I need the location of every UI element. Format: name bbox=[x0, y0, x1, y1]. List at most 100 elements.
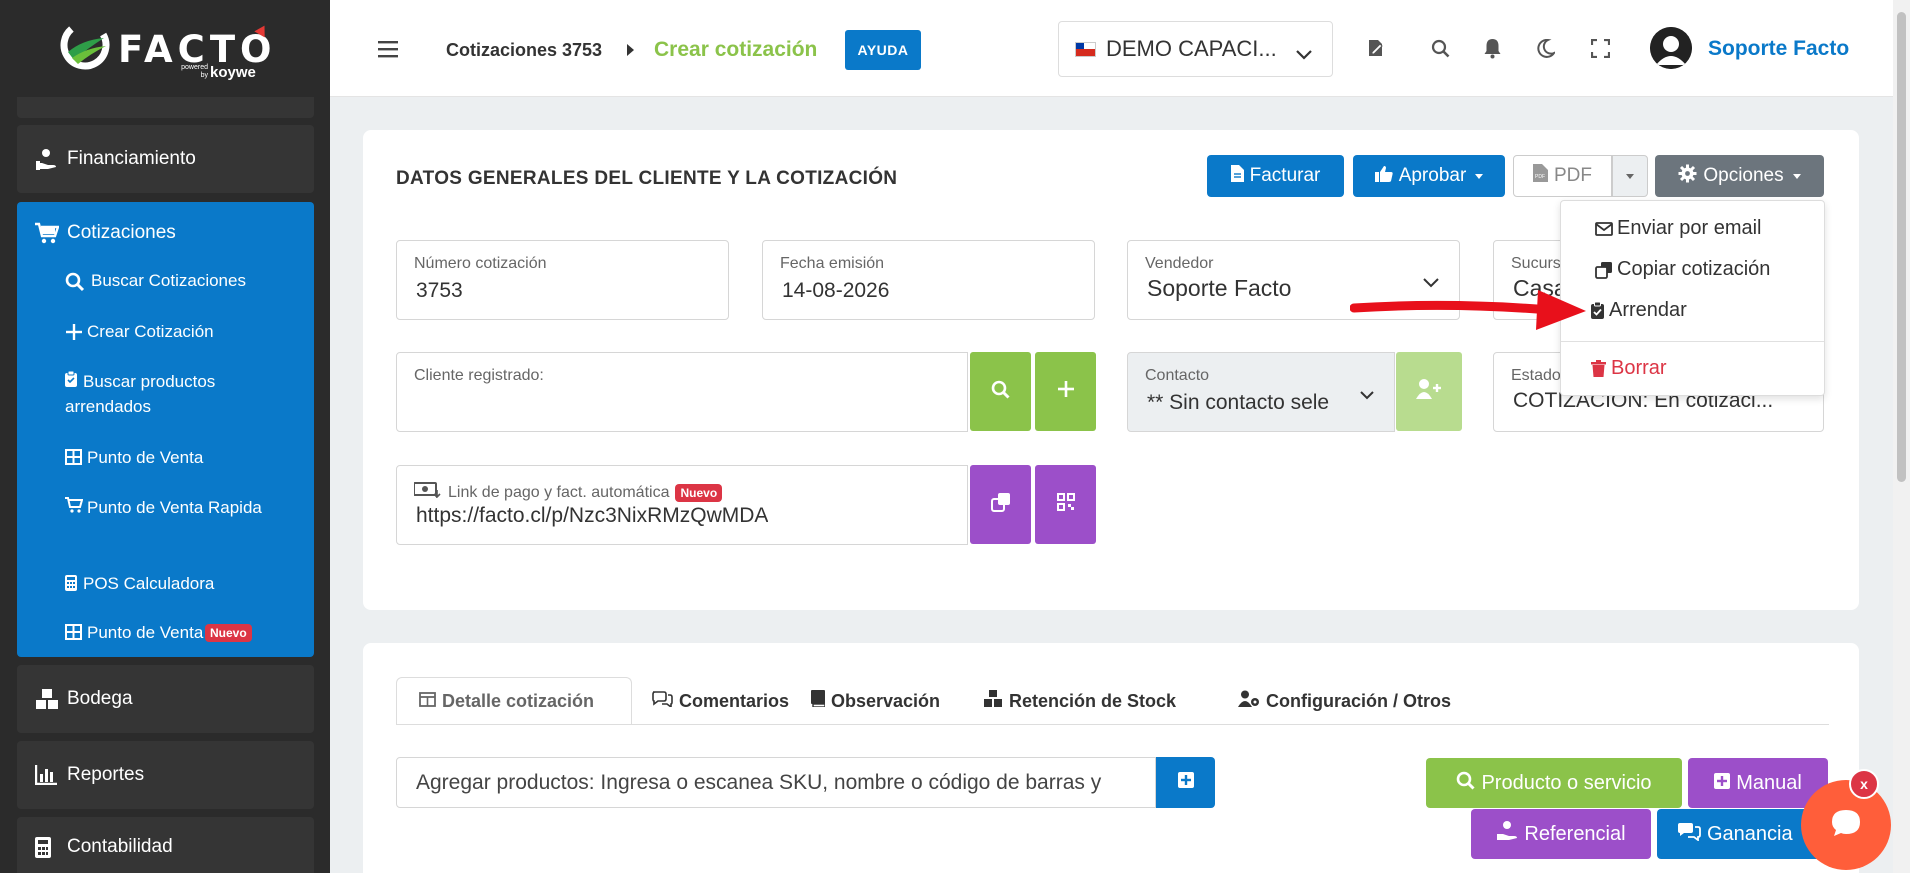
referencial-button[interactable]: Referencial bbox=[1471, 809, 1651, 859]
facto-logo[interactable]: FACTO powered by koywe bbox=[60, 16, 290, 86]
fecha-emision-field[interactable]: Fecha emisión 14-08-2026 bbox=[762, 240, 1095, 320]
numero-cotizacion-field[interactable]: Número cotización 3753 bbox=[396, 240, 729, 320]
file-icon bbox=[1230, 164, 1244, 188]
facturar-button[interactable]: Facturar bbox=[1207, 155, 1344, 197]
page-scrollbar[interactable] bbox=[1893, 0, 1910, 873]
sidebar-item-label: Contabilidad bbox=[67, 836, 173, 857]
button-label: Facturar bbox=[1249, 165, 1321, 186]
contacto-select[interactable]: Contacto ** Sin contacto sele bbox=[1127, 352, 1395, 432]
tab-comentarios[interactable]: Comentarios bbox=[651, 677, 789, 725]
sidebar-item-reportes[interactable]: Reportes bbox=[17, 741, 314, 809]
powered-by-text: powered by bbox=[181, 64, 208, 79]
aprobar-button[interactable]: Aprobar bbox=[1353, 155, 1505, 197]
user-gear-icon bbox=[1238, 690, 1260, 712]
menu-item-label: Arrendar bbox=[1609, 299, 1687, 321]
gear-icon bbox=[1678, 164, 1697, 189]
sidebar-subitem-punto-de-venta[interactable]: Punto de Venta bbox=[65, 445, 203, 470]
copy-icon bbox=[1595, 261, 1617, 279]
caret-down-icon bbox=[1626, 173, 1634, 179]
sidebar-subitem-punto-de-venta-nuevo[interactable]: Punto de Venta Nuevo bbox=[65, 620, 252, 645]
bell-icon[interactable] bbox=[1480, 36, 1504, 60]
sidebar-subitem-buscar-productos-arrendados[interactable]: Buscar productos arrendados bbox=[65, 369, 285, 419]
menu-item-label: Copiar cotización bbox=[1617, 258, 1771, 280]
user-name[interactable]: Soporte Facto bbox=[1708, 37, 1849, 61]
sidebar-subitem-label: Crear Cotización bbox=[87, 322, 214, 341]
menu-item-copiar-cotizacion[interactable]: Copiar cotización bbox=[1595, 258, 1770, 281]
plus-icon bbox=[1057, 380, 1075, 403]
search-icon bbox=[1456, 771, 1476, 796]
sidebar-item-contabilidad[interactable]: Contabilidad bbox=[17, 817, 314, 873]
button-label: PDF bbox=[1554, 165, 1592, 186]
link-pago-field[interactable]: Link de pago y fact. automática Nuevo ht… bbox=[396, 465, 968, 545]
cliente-registrado-field[interactable]: Cliente registrado: bbox=[396, 352, 968, 432]
add-product-button[interactable] bbox=[1156, 757, 1215, 808]
search-icon bbox=[991, 380, 1010, 404]
tab-label: Observación bbox=[831, 690, 941, 711]
fullscreen-icon[interactable] bbox=[1588, 36, 1612, 60]
trash-icon bbox=[1591, 360, 1611, 377]
boxes-icon bbox=[35, 688, 67, 710]
edit-document-icon[interactable] bbox=[1364, 36, 1388, 60]
cart-plus-icon bbox=[65, 495, 87, 520]
field-value: https://facto.cl/p/Nzc3NixRMzQwMDA bbox=[416, 504, 769, 527]
menu-item-arrendar[interactable]: Arrendar bbox=[1591, 299, 1687, 322]
tab-retencion-stock[interactable]: Retención de Stock bbox=[984, 677, 1176, 725]
breadcrumb-parent[interactable]: Cotizaciones 3753 bbox=[446, 40, 602, 61]
chat-widget-button[interactable] bbox=[1801, 780, 1891, 870]
pdf-button[interactable]: PDF PDF bbox=[1513, 155, 1612, 197]
sidebar-subitem-pos-calculadora[interactable]: POS Calculadora bbox=[65, 571, 214, 596]
opciones-button[interactable]: Opciones bbox=[1655, 155, 1824, 197]
sidebar-item-financiamiento[interactable]: Financiamiento bbox=[17, 125, 314, 193]
chile-flag-icon bbox=[1075, 41, 1096, 57]
menu-divider bbox=[1561, 341, 1824, 342]
qr-code-icon bbox=[1056, 493, 1075, 516]
sidebar-subitem-crear-cotizacion[interactable]: Crear Cotización bbox=[65, 319, 214, 344]
tab-label: Detalle cotización bbox=[442, 690, 595, 711]
calculator-icon bbox=[65, 571, 83, 596]
field-label: Estado bbox=[1511, 367, 1561, 384]
sidebar-item-bodega[interactable]: Bodega bbox=[17, 665, 314, 733]
sidebar-group-cotizaciones: Cotizaciones Buscar Cotizaciones Crear C… bbox=[17, 202, 314, 657]
sidebar-subitem-buscar-cotizaciones[interactable]: Buscar Cotizaciones bbox=[65, 268, 246, 293]
add-client-button[interactable] bbox=[1035, 352, 1096, 431]
avatar[interactable] bbox=[1650, 27, 1692, 69]
caret-down-icon bbox=[1792, 173, 1801, 179]
company-select[interactable]: DEMO CAPACI... bbox=[1058, 21, 1333, 77]
producto-servicio-button[interactable]: Producto o servicio bbox=[1426, 758, 1682, 808]
sidebar-subitem-punto-de-venta-rapida[interactable]: Punto de Venta Rapida bbox=[65, 495, 285, 520]
company-name: DEMO CAPACI... bbox=[1106, 36, 1277, 61]
sidebar-item-partial bbox=[17, 97, 314, 118]
field-label: Contacto bbox=[1145, 367, 1210, 384]
menu-item-borrar[interactable]: Borrar bbox=[1591, 357, 1667, 380]
button-label: Opciones bbox=[1703, 165, 1784, 186]
add-contact-button[interactable] bbox=[1396, 352, 1462, 431]
cart-icon bbox=[35, 222, 67, 244]
field-value: ** Sin contacto sele bbox=[1147, 391, 1330, 414]
sidebar-item-label: Bodega bbox=[67, 688, 133, 709]
chat-bubble-icon bbox=[1829, 807, 1863, 844]
thumbs-up-icon bbox=[1374, 165, 1393, 188]
copy-link-button[interactable] bbox=[970, 465, 1031, 544]
tab-configuracion-otros[interactable]: Configuración / Otros bbox=[1238, 677, 1451, 725]
chat-close-button[interactable]: x bbox=[1849, 769, 1879, 799]
envelope-icon bbox=[1595, 221, 1617, 236]
product-search-input[interactable]: Agregar productos: Ingresa o escanea SKU… bbox=[396, 757, 1156, 808]
moon-icon[interactable] bbox=[1533, 36, 1557, 60]
scrollbar-thumb[interactable] bbox=[1897, 12, 1906, 482]
pdf-dropdown-toggle[interactable] bbox=[1612, 155, 1648, 197]
link-label-row: Link de pago y fact. automática Nuevo bbox=[413, 482, 723, 503]
pdf-file-icon: PDF bbox=[1533, 164, 1548, 188]
hamburger-menu-icon[interactable] bbox=[378, 40, 400, 58]
sidebar-item-cotizaciones[interactable]: Cotizaciones bbox=[35, 222, 176, 244]
field-label: Sucurs bbox=[1511, 255, 1561, 272]
tab-detalle-cotizacion[interactable]: Detalle cotización bbox=[396, 677, 632, 725]
qr-code-button[interactable] bbox=[1035, 465, 1096, 544]
help-button[interactable]: AYUDA bbox=[845, 30, 921, 70]
field-value: 14-08-2026 bbox=[782, 279, 890, 302]
menu-item-enviar-email[interactable]: Enviar por email bbox=[1595, 217, 1762, 240]
comments-dollar-icon bbox=[1677, 822, 1701, 847]
search-icon[interactable] bbox=[1428, 36, 1452, 60]
plus-square-icon bbox=[1714, 772, 1731, 795]
search-client-button[interactable] bbox=[970, 352, 1031, 431]
tab-observacion[interactable]: Observación bbox=[811, 677, 940, 725]
